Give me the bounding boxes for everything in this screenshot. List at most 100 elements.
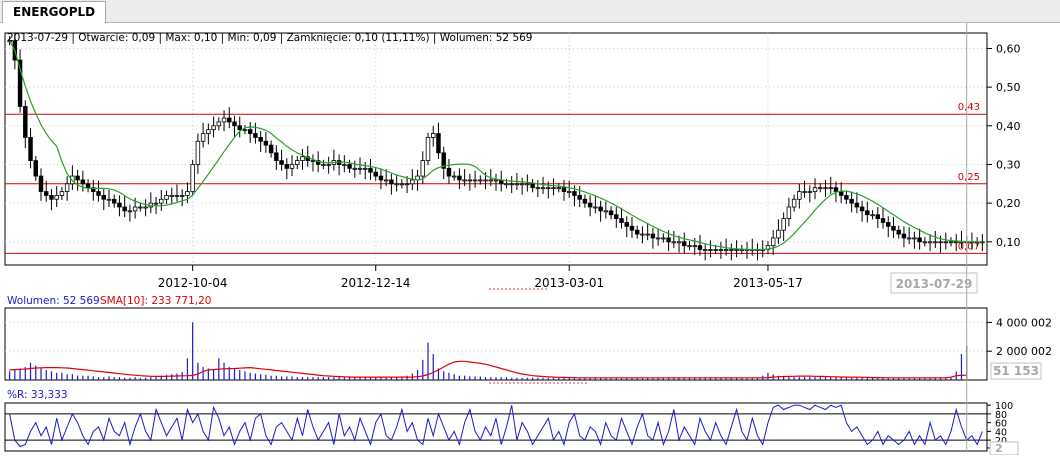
candle-body-64 bbox=[342, 164, 347, 166]
candle-body-160 bbox=[844, 194, 849, 200]
candle-body-52 bbox=[279, 160, 284, 165]
date-tick-label-0: 2012-10-04 bbox=[158, 276, 228, 290]
candle-body-154 bbox=[812, 187, 818, 192]
candle-body-133 bbox=[702, 249, 708, 251]
candle-body-15 bbox=[85, 183, 91, 189]
candle-body-155 bbox=[818, 187, 823, 190]
candle-body-36 bbox=[195, 140, 201, 165]
candle-body-65 bbox=[347, 164, 352, 169]
candle-body-97 bbox=[514, 183, 520, 186]
candle-body-126 bbox=[666, 237, 671, 243]
candle-body-125 bbox=[661, 237, 666, 240]
price-y-tick-label-0: 0,10 bbox=[996, 236, 1021, 249]
candle-body-89 bbox=[472, 179, 478, 182]
chart-svg[interactable]: 0,430,250,07 0,100,200,300,400,500,60 20… bbox=[0, 23, 1060, 456]
candle-body-30 bbox=[164, 194, 169, 200]
candle-body-79 bbox=[420, 160, 426, 177]
price-panel[interactable]: 0,430,250,07 0,100,200,300,400,500,60 20… bbox=[4, 32, 1021, 266]
candle-body-35 bbox=[190, 164, 195, 192]
candle-body-113 bbox=[598, 206, 603, 212]
candle-body-91 bbox=[483, 179, 488, 182]
candle-body-44 bbox=[237, 125, 242, 131]
candle-body-4 bbox=[28, 137, 33, 162]
date-tick-label-3: 2013-05-17 bbox=[733, 276, 803, 290]
candle-body-76 bbox=[404, 183, 410, 186]
candle-body-80 bbox=[425, 137, 431, 162]
candle-body-132 bbox=[697, 245, 703, 250]
candle-body-152 bbox=[802, 191, 807, 193]
candle-body-107 bbox=[566, 191, 572, 193]
candle-body-25 bbox=[138, 206, 143, 209]
candle-body-118 bbox=[624, 222, 629, 227]
candle-body-85 bbox=[451, 175, 457, 178]
candle-body-86 bbox=[457, 175, 462, 181]
candle-body-31 bbox=[169, 194, 174, 197]
candle-body-73 bbox=[389, 179, 394, 185]
price-y-tick-label-1: 0,20 bbox=[996, 197, 1021, 210]
candle-body-108 bbox=[572, 191, 577, 196]
candle-body-74 bbox=[394, 183, 399, 186]
candle-body-110 bbox=[582, 198, 588, 204]
candle-body-100 bbox=[530, 183, 535, 189]
volume-y-tick-label-0: 2 000 002 bbox=[996, 345, 1052, 358]
candle-body-158 bbox=[833, 187, 839, 192]
candle-body-26 bbox=[143, 206, 148, 209]
candle-body-67 bbox=[357, 167, 363, 170]
candle-body-179 bbox=[943, 241, 949, 244]
candle-body-34 bbox=[185, 191, 190, 196]
candle-body-115 bbox=[608, 210, 614, 216]
candle-body-128 bbox=[676, 241, 682, 244]
candle-body-168 bbox=[886, 222, 891, 227]
candle-body-14 bbox=[80, 179, 86, 185]
volume-label: Wolumen: 52 569 bbox=[7, 295, 100, 307]
candle-body-81 bbox=[431, 133, 436, 138]
chart-area[interactable]: 0,43 0,25 0,07 0,10 0,20 0,30 0,40 0,50 0,60 20… bbox=[0, 23, 1060, 456]
candle-body-121 bbox=[640, 233, 645, 236]
candle-body-90 bbox=[478, 179, 483, 182]
candle-body-166 bbox=[875, 214, 881, 220]
candle-body-9 bbox=[54, 194, 59, 200]
candle-body-66 bbox=[352, 167, 358, 170]
price-info-header: 2013-07-29 | Otwarcie: 0,09 | Max: 0,10 … bbox=[7, 32, 533, 44]
candle-body-54 bbox=[289, 164, 295, 169]
volume-panel[interactable]: 2 000 002 4 000 002 Wolumen: 52 569 SMA[1… bbox=[4, 295, 1052, 384]
candle-body-10 bbox=[59, 191, 65, 196]
candle-body-159 bbox=[838, 191, 844, 196]
candle-body-170 bbox=[896, 229, 901, 235]
candle-body-7 bbox=[43, 191, 49, 196]
candle-body-150 bbox=[791, 198, 797, 208]
candle-body-104 bbox=[551, 187, 556, 190]
candle-body-174 bbox=[917, 237, 922, 243]
candle-body-23 bbox=[127, 210, 133, 213]
candle-body-135 bbox=[713, 249, 718, 251]
candle-body-130 bbox=[687, 245, 692, 248]
candle-body-24 bbox=[132, 206, 138, 212]
candle-body-117 bbox=[619, 218, 624, 223]
candle-body-98 bbox=[519, 183, 525, 186]
volume-y-axis: 2 000 002 4 000 002 bbox=[987, 316, 1052, 358]
wr-label: %R: 33,333 bbox=[7, 389, 68, 401]
candle-body-38 bbox=[206, 129, 211, 134]
cursor-date-label: 2013-07-29 bbox=[896, 277, 973, 291]
candle-body-120 bbox=[634, 229, 640, 235]
candle-body-124 bbox=[655, 237, 661, 240]
volume-y-tick-label-1: 4 000 002 bbox=[996, 316, 1052, 329]
candle-body-153 bbox=[807, 191, 813, 193]
candle-body-13 bbox=[75, 175, 80, 181]
candle-body-148 bbox=[781, 218, 786, 231]
candle-body-33 bbox=[179, 194, 185, 197]
price-y-axis: 0,10 0,20 0,30 0,40 0,50 0,60 bbox=[987, 42, 1021, 249]
candle-body-28 bbox=[153, 202, 159, 205]
candle-body-37 bbox=[200, 133, 206, 142]
tab-energopld[interactable]: ENERGOPLD bbox=[2, 1, 107, 23]
wr-panel[interactable]: 100806040202 %R: 33,333 bbox=[4, 389, 1019, 456]
candle-body-169 bbox=[891, 225, 896, 231]
candle-body-162 bbox=[854, 202, 860, 208]
candle-body-180 bbox=[948, 241, 954, 244]
date-tick-label-1: 2012-12-14 bbox=[341, 276, 411, 290]
candle-body-116 bbox=[614, 214, 619, 220]
level-label-0: 0,43 bbox=[958, 102, 980, 113]
candle-body-42 bbox=[227, 117, 232, 123]
candle-body-173 bbox=[912, 237, 917, 240]
candle-body-43 bbox=[232, 121, 237, 127]
